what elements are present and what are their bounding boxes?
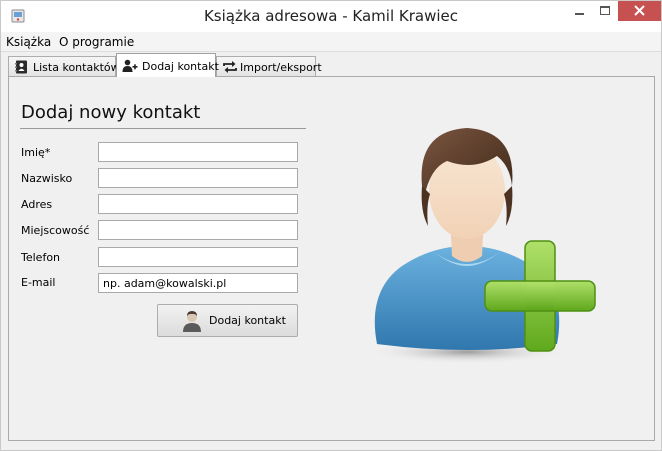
sync-arrows-icon: [223, 61, 237, 73]
add-contact-button-label: Dodaj kontakt: [209, 314, 286, 327]
last-name-field[interactable]: [98, 168, 298, 188]
window-title: Książka adresowa - Kamil Krawiec: [203, 7, 459, 25]
menu-bar: Książka O programie: [1, 32, 661, 52]
tab-dodaj-kontakt-label: Dodaj kontakt: [142, 60, 219, 73]
minimize-button[interactable]: [566, 1, 592, 21]
close-button[interactable]: [618, 1, 661, 21]
tab-lista-kontaktow-label: Lista kontaktów: [33, 61, 120, 74]
menu-item-ksiazka[interactable]: Książka: [6, 35, 51, 49]
email-field[interactable]: [98, 273, 298, 293]
first-name-field[interactable]: [98, 142, 298, 162]
add-contact-panel: Dodaj nowy kontakt Imię* Nazwisko Adres …: [8, 76, 655, 441]
city-label: Miejscowość: [21, 224, 90, 237]
phone-label: Telefon: [21, 251, 61, 264]
close-icon: [634, 5, 645, 16]
tab-import-eksport-label: Import/eksport: [240, 61, 322, 74]
address-book-icon: [15, 60, 27, 74]
form-heading: Dodaj nowy kontakt: [21, 102, 201, 123]
tab-strip: Lista kontaktów Dodaj kontakt Import/eks…: [1, 52, 661, 77]
tab-lista-kontaktow[interactable]: Lista kontaktów: [8, 56, 120, 76]
email-label: E-mail: [21, 276, 56, 289]
app-window: Książka adresowa - Kamil Krawiec Książka…: [0, 0, 662, 451]
add-user-illustration-icon: [367, 128, 596, 364]
first-name-label: Imię*: [21, 146, 51, 159]
maximize-button[interactable]: [592, 1, 618, 21]
maximize-icon: [600, 6, 610, 15]
address-label: Adres: [21, 198, 53, 211]
menu-item-o-programie[interactable]: O programie: [59, 35, 134, 49]
address-field[interactable]: [98, 194, 298, 214]
tab-dodaj-kontakt[interactable]: Dodaj kontakt: [116, 53, 219, 77]
add-user-icon: [122, 59, 138, 72]
heading-divider: [20, 128, 306, 129]
add-contact-button[interactable]: Dodaj kontakt: [157, 304, 298, 337]
tab-import-eksport[interactable]: Import/eksport: [216, 56, 322, 76]
city-field[interactable]: [98, 220, 298, 240]
title-bar[interactable]: Książka adresowa - Kamil Krawiec: [1, 1, 661, 32]
last-name-label: Nazwisko: [21, 172, 73, 185]
user-avatar-icon: [183, 311, 201, 332]
phone-field[interactable]: [98, 247, 298, 267]
minimize-icon: [575, 13, 584, 15]
